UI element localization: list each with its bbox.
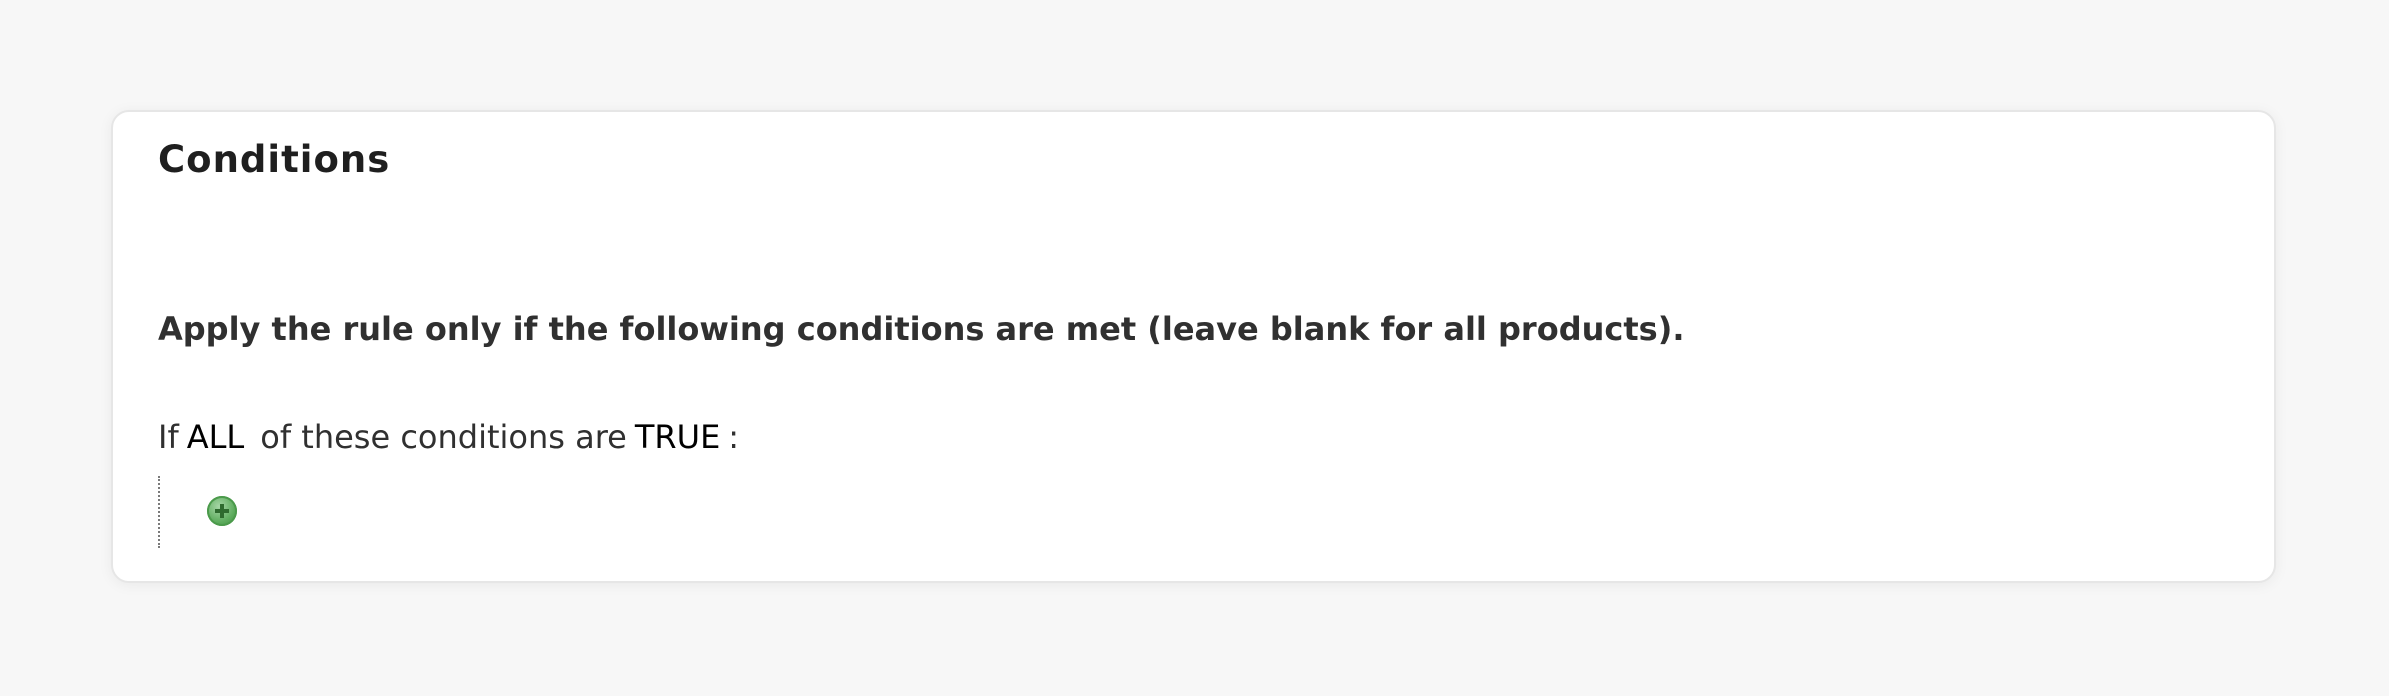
value-selector[interactable]: TRUE — [635, 418, 720, 456]
condition-prefix: If — [158, 418, 179, 456]
condition-middle-text: of these conditions are — [260, 418, 627, 456]
page: Conditions Apply the rule only if the fo… — [0, 0, 2389, 696]
add-condition-icon[interactable] — [207, 496, 237, 526]
conditions-panel: Conditions Apply the rule only if the fo… — [111, 110, 2276, 583]
condition-rule-line: If ALL of these conditions are TRUE: — [158, 418, 739, 456]
panel-title: Conditions — [158, 138, 391, 181]
aggregator-selector[interactable]: ALL — [187, 418, 245, 456]
conditions-description: Apply the rule only if the following con… — [158, 310, 1685, 348]
condition-suffix: : — [728, 418, 740, 456]
condition-tree-line — [158, 476, 162, 548]
